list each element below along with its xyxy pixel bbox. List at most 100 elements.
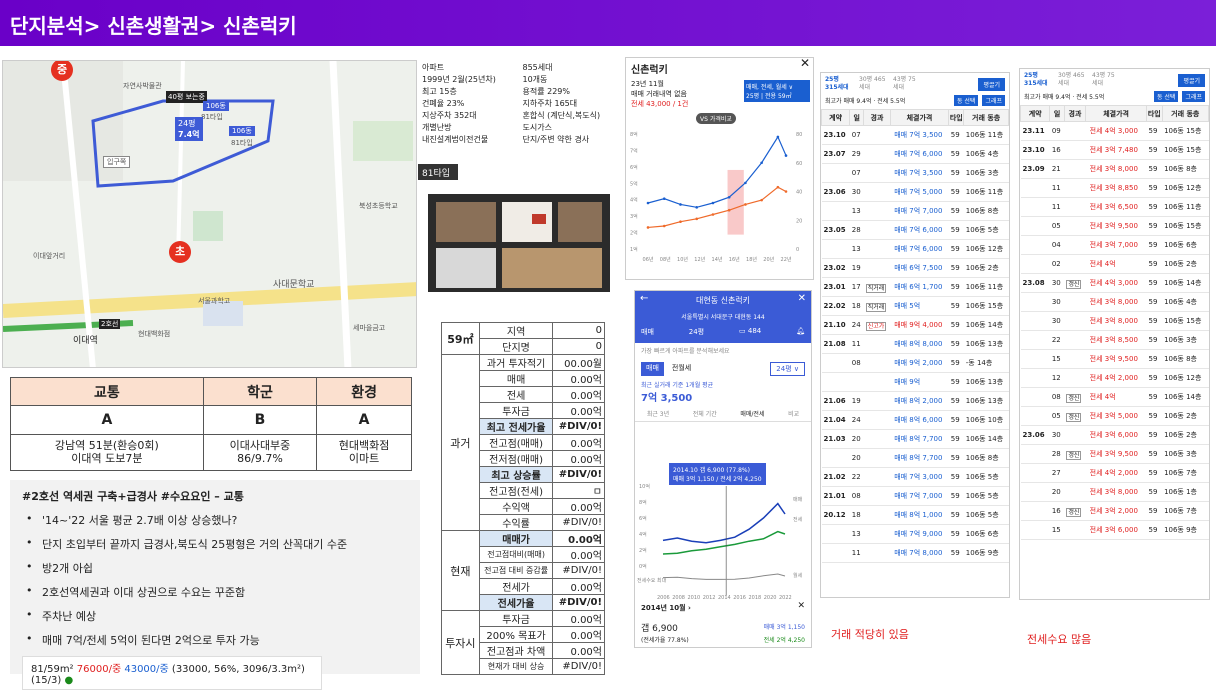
period-sale-rent[interactable]: 매매/전세: [740, 409, 764, 418]
size-tab[interactable]: 43평 75세대: [1092, 72, 1120, 88]
map-pin-bottom[interactable]: 초: [169, 241, 191, 263]
table-row[interactable]: 23.08 30 갱신 전세 4억 3,000 59 106동 14층: [1020, 273, 1209, 293]
table-row[interactable]: 12 전세 4억 2,000 59 106동 12층: [1020, 368, 1209, 388]
table-row[interactable]: 21.01 08 매매 7억 7,000 59 106동 5층: [821, 486, 1009, 506]
size-tab[interactable]: 25평 315세대: [825, 76, 853, 92]
calc-value[interactable]: 0.00억: [552, 386, 605, 403]
table-row[interactable]: 23.06 30 매매 7억 5,000 59 106동 11층: [821, 182, 1009, 202]
table-row[interactable]: 21.03 20 매매 8억 7,700 59 106동 14층: [821, 429, 1009, 449]
table-row[interactable]: 20.12 18 매매 8억 1,000 59 106동 5층: [821, 505, 1009, 525]
table-row[interactable]: 08 매매 9억 2,000 59 -동 14층: [821, 353, 1009, 373]
comment-count[interactable]: ▭ 484: [739, 327, 761, 337]
pyeong-button[interactable]: 평끌기: [978, 77, 1005, 91]
table-row[interactable]: 23.11 09 전세 4억 3,000 59 106동 15층: [1020, 121, 1209, 141]
table-row[interactable]: 23.01 17 직거래 매매 6억 1,700 59 106동 11층: [821, 277, 1009, 297]
calc-value[interactable]: 0: [552, 338, 605, 355]
table-row[interactable]: 23.06 30 전세 3억 6,000 59 106동 2층: [1020, 425, 1209, 445]
table-row[interactable]: 22.02 18 직거래 매매 5억 59 106동 15층: [821, 296, 1009, 316]
close-icon[interactable]: ✕: [797, 601, 805, 611]
table-row[interactable]: 30 전세 3억 8,000 59 106동 15층: [1020, 311, 1209, 331]
bell-icon[interactable]: 🔔︎: [796, 327, 805, 337]
table-row[interactable]: 13 매매 7억 6,000 59 106동 12층: [821, 239, 1009, 259]
size-tab[interactable]: 25평 315세대: [1024, 72, 1052, 88]
table-row[interactable]: 21.08 11 매매 8억 8,000 59 106동 13층: [821, 334, 1009, 354]
table-row[interactable]: 13 매매 7억 9,000 59 106동 6층: [821, 524, 1009, 544]
tab-sale[interactable]: 매매: [641, 362, 664, 376]
graph-button[interactable]: 그래프: [982, 95, 1005, 106]
pyeong-button[interactable]: 평끌기: [1178, 73, 1205, 87]
table-row[interactable]: 27 전세 4억 2,000 59 106동 7층: [1020, 463, 1209, 483]
size-dropdown[interactable]: 24평 ∨: [770, 362, 805, 376]
deal-type-select[interactable]: 매매: [641, 327, 654, 337]
building-select-button[interactable]: 동 선택: [953, 95, 979, 106]
building-select-button[interactable]: 동 선택: [1153, 91, 1179, 102]
calc-value[interactable]: 0.00억: [552, 434, 605, 451]
table-row[interactable]: 23.05 28 매매 7억 6,000 59 106동 5층: [821, 220, 1009, 240]
column-header[interactable]: 일: [1049, 105, 1065, 122]
calc-value[interactable]: 0.00억: [552, 530, 605, 547]
size-tab[interactable]: 30평 465세대: [859, 76, 887, 92]
table-row[interactable]: 28 갱신 전세 3억 9,500 59 106동 3층: [1020, 444, 1209, 464]
calc-value[interactable]: #DIV/0!: [552, 514, 605, 531]
calc-value[interactable]: 0.00억: [552, 402, 605, 419]
column-header[interactable]: 경과: [863, 109, 891, 126]
column-header[interactable]: 거래 동층: [1161, 105, 1210, 122]
tab-rent[interactable]: 전월세: [667, 362, 696, 376]
calc-value[interactable]: 0.00억: [552, 578, 605, 595]
calc-value[interactable]: #DIV/0!: [552, 466, 605, 483]
table-row[interactable]: 21.04 24 매매 8억 6,000 59 106동 10층: [821, 410, 1009, 430]
column-header[interactable]: 체결가격: [1085, 105, 1147, 122]
table-row[interactable]: 30 전세 3억 8,000 59 106동 4층: [1020, 292, 1209, 312]
column-header[interactable]: 계약: [1019, 105, 1051, 122]
table-row[interactable]: 21.02 22 매매 7억 3,000 59 106동 5층: [821, 467, 1009, 487]
map-view[interactable]: 중 초 자연사박물관 40평 보는중 106동 81타입 24평 7.4억 81타…: [2, 60, 417, 368]
calc-value[interactable]: 0.00억: [552, 498, 605, 515]
size-tab[interactable]: 30평 465세대: [1058, 72, 1086, 88]
close-icon[interactable]: ✕: [798, 293, 806, 304]
calc-value[interactable]: 0.00억: [552, 450, 605, 467]
table-row[interactable]: 23.02 19 매매 6억 7,500 59 106동 2층: [821, 258, 1009, 278]
calc-value[interactable]: 0.00억: [552, 610, 605, 627]
table-row[interactable]: 07 매매 7억 3,500 59 106동 3층: [821, 163, 1009, 183]
table-row[interactable]: 15 전세 3억 6,000 59 106동 9층: [1020, 520, 1209, 540]
column-header[interactable]: 타입: [1146, 105, 1163, 122]
table-row[interactable]: 23.10 16 전세 3억 7,480 59 106동 15층: [1020, 140, 1209, 160]
table-row[interactable]: 05 전세 3억 9,500 59 106동 15층: [1020, 216, 1209, 236]
calc-value[interactable]: #DIV/0!: [552, 594, 605, 611]
calc-value[interactable]: #DIV/0!: [552, 562, 605, 579]
period-3y[interactable]: 최근 3년: [647, 409, 669, 418]
calc-value[interactable]: #DIV/0!: [552, 418, 605, 435]
period-all[interactable]: 전체 기간: [693, 409, 717, 418]
table-row[interactable]: 11 매매 7억 8,000 59 106동 9층: [821, 543, 1009, 563]
close-icon[interactable]: ✕: [800, 56, 810, 70]
table-row[interactable]: 05 갱신 전세 3억 5,000 59 106동 2층: [1020, 406, 1209, 426]
column-header[interactable]: 체결가격: [889, 109, 950, 126]
table-row[interactable]: 22 전세 3억 8,500 59 106동 3층: [1020, 330, 1209, 350]
back-icon[interactable]: ←: [640, 293, 648, 304]
size-tab[interactable]: 43평 75세대: [893, 76, 921, 92]
column-header[interactable]: 거래 동층: [963, 109, 1009, 126]
table-row[interactable]: 11 전세 3억 8,850 59 106동 12층: [1020, 178, 1209, 198]
table-row[interactable]: 23.07 29 매매 7억 6,000 59 106동 4층: [821, 144, 1009, 164]
table-row[interactable]: 21.10 24 신고가 매매 9억 4,000 59 106동 14층: [821, 315, 1009, 335]
calc-value[interactable]: ㅁ: [552, 482, 605, 499]
size-select[interactable]: 24평: [689, 327, 704, 337]
column-header[interactable]: 계약: [820, 109, 851, 126]
table-row[interactable]: 11 전세 3억 6,500 59 106동 11층: [1020, 197, 1209, 217]
calc-value[interactable]: 0.00억: [552, 370, 605, 387]
column-header[interactable]: 일: [849, 109, 865, 126]
table-row[interactable]: 21.06 19 매매 8억 2,000 59 106동 13층: [821, 391, 1009, 411]
column-header[interactable]: 경과: [1063, 105, 1087, 122]
calc-value[interactable]: #DIV/0!: [552, 658, 605, 675]
calc-value[interactable]: 0: [552, 322, 605, 339]
calc-value[interactable]: 00.00월: [552, 354, 605, 371]
calc-value[interactable]: 0.00억: [552, 546, 605, 563]
table-row[interactable]: 매매 9억 59 106동 13층: [821, 372, 1009, 392]
table-row[interactable]: 16 갱신 전세 3억 2,000 59 106동 7층: [1020, 501, 1209, 521]
map-pin-top[interactable]: 중: [51, 61, 73, 81]
column-header[interactable]: 타입: [948, 109, 965, 126]
table-row[interactable]: 04 전세 3억 7,000 59 106동 6층: [1020, 235, 1209, 255]
table-row[interactable]: 08 갱신 전세 4억 59 106동 14층: [1020, 387, 1209, 407]
chart-filter-button[interactable]: 매매, 전세, 월세 ∨ 25평 | 전용 59㎡: [744, 80, 810, 102]
table-row[interactable]: 20 전세 3억 8,000 59 106동 1층: [1020, 482, 1209, 502]
